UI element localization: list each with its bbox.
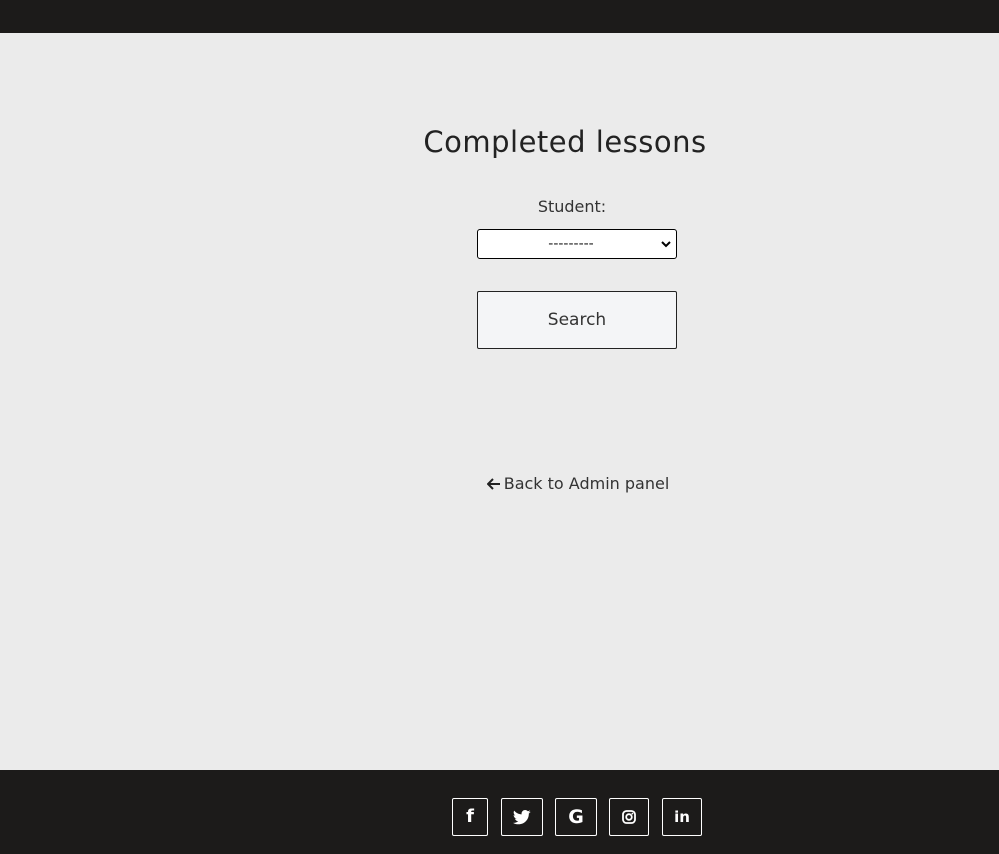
back-to-admin-link[interactable]: Back to Admin panel (478, 474, 678, 493)
facebook-link[interactable]: f (452, 798, 488, 836)
back-link-label: Back to Admin panel (503, 474, 670, 493)
linkedin-link[interactable]: in (662, 798, 702, 836)
top-navbar (0, 0, 999, 33)
instagram-icon (622, 810, 636, 824)
instagram-link[interactable] (609, 798, 649, 836)
arrow-left-icon (486, 478, 500, 490)
student-select[interactable]: --------- (477, 229, 677, 259)
twitter-icon (513, 809, 531, 824)
linkedin-icon: in (674, 807, 690, 826)
student-label: Student: (537, 197, 607, 216)
chevron-down-icon (661, 241, 671, 248)
google-icon: G (568, 805, 584, 828)
page-title: Completed lessons (423, 125, 707, 159)
student-select-value: --------- (548, 236, 594, 252)
footer: f G in (0, 770, 999, 854)
main-content: Completed lessons Student: --------- Sea… (0, 33, 999, 770)
facebook-icon: f (466, 806, 474, 827)
twitter-link[interactable] (501, 798, 543, 836)
search-button[interactable]: Search (477, 291, 677, 349)
google-link[interactable]: G (555, 798, 597, 836)
